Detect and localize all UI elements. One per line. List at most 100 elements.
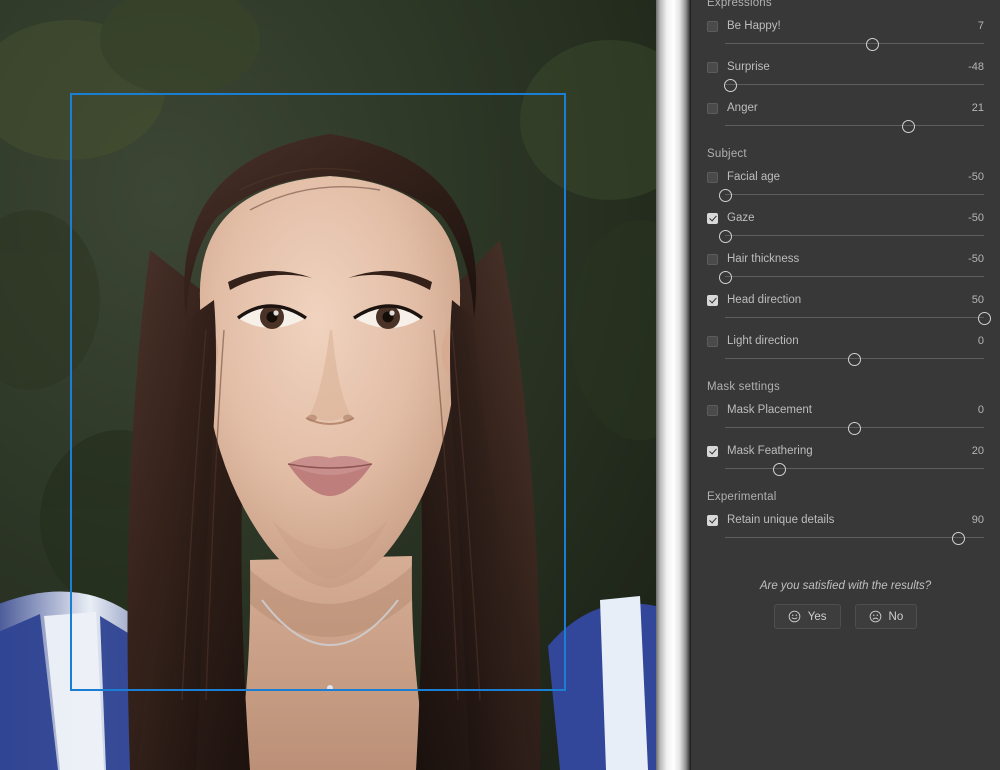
adjustment-panel: Expressions Be Happy! 7 Surprise -48 Anger 21 S… — [690, 0, 1000, 770]
group-title: Subject — [707, 148, 747, 160]
slider-track[interactable] — [725, 317, 984, 318]
control-checkbox[interactable] — [707, 404, 718, 416]
slider-knob[interactable] — [848, 421, 861, 435]
slider-knob[interactable] — [723, 78, 737, 92]
control-checkbox[interactable] — [707, 102, 718, 114]
group-title: Mask settings — [707, 381, 780, 393]
smiley-face-icon — [788, 610, 801, 623]
slider-knob[interactable] — [977, 311, 991, 325]
control-label: Gaze — [727, 212, 755, 224]
group-title: Expressions — [707, 0, 772, 9]
feedback-question: Are you satisfied with the results? — [759, 580, 932, 592]
image-canvas[interactable] — [0, 0, 656, 770]
slider[interactable] — [725, 118, 984, 134]
control-label: Anger — [727, 102, 758, 114]
slider-control: Be Happy! 7 — [705, 11, 986, 52]
slider-track[interactable] — [725, 84, 984, 85]
control-value: 0 — [977, 404, 984, 416]
control-label: Light direction — [727, 335, 799, 347]
slider-track[interactable] — [725, 43, 984, 44]
control-value: 7 — [977, 20, 984, 32]
control-label: Surprise — [727, 61, 770, 73]
slider-control-header: Mask Placement 0 — [705, 401, 986, 419]
feedback-yes-button[interactable]: Yes — [773, 604, 841, 629]
slider-control-header: Be Happy! 7 — [705, 17, 986, 35]
frowny-face-icon — [869, 610, 882, 623]
slider[interactable] — [718, 228, 984, 244]
slider[interactable] — [725, 36, 984, 52]
control-label: Retain unique details — [727, 514, 835, 526]
slider-track[interactable] — [725, 468, 984, 469]
slider-knob[interactable] — [718, 270, 732, 284]
slider[interactable] — [723, 77, 984, 93]
slider-control: Facial age -50 — [705, 162, 986, 203]
slider-track[interactable] — [725, 194, 984, 195]
slider-knob[interactable] — [718, 229, 732, 243]
control-value: 21 — [971, 102, 984, 114]
control-checkbox[interactable] — [707, 253, 718, 265]
feedback-no-label: No — [888, 610, 904, 623]
control-value: 90 — [971, 514, 984, 526]
slider[interactable] — [725, 420, 984, 436]
slider-control-header: Facial age -50 — [705, 168, 986, 186]
control-label: Be Happy! — [727, 20, 781, 32]
control-label: Mask Feathering — [727, 445, 813, 457]
control-checkbox[interactable] — [707, 445, 718, 457]
control-checkbox[interactable] — [707, 61, 718, 73]
feedback-yes-label: Yes — [807, 610, 827, 623]
slider-control: Retain unique details 90 — [705, 505, 986, 546]
control-checkbox[interactable] — [707, 212, 718, 224]
control-checkbox[interactable] — [707, 294, 718, 306]
slider-knob[interactable] — [848, 352, 861, 366]
slider-knob[interactable] — [866, 37, 880, 51]
slider-control: Gaze -50 — [705, 203, 986, 244]
application-window: Expressions Be Happy! 7 Surprise -48 Anger 21 S… — [0, 0, 1000, 770]
slider-track[interactable] — [725, 537, 984, 538]
control-label: Head direction — [727, 294, 802, 306]
slider[interactable] — [718, 187, 984, 203]
slider-control-header: Mask Feathering 20 — [705, 442, 986, 460]
slider-knob[interactable] — [951, 531, 965, 545]
slider-control-header: Surprise -48 — [705, 58, 986, 76]
portrait-photo — [0, 0, 656, 770]
control-value: -48 — [968, 61, 984, 73]
control-checkbox[interactable] — [707, 514, 718, 526]
slider-control-header: Anger 21 — [705, 99, 986, 117]
slider-knob[interactable] — [772, 462, 786, 476]
panel-divider — [656, 0, 690, 770]
slider-control-header: Light direction 0 — [705, 332, 986, 350]
slider-control-header: Head direction 50 — [705, 291, 986, 309]
slider[interactable] — [718, 269, 984, 285]
control-checkbox[interactable] — [707, 335, 718, 347]
control-checkbox[interactable] — [707, 171, 718, 183]
control-value: -50 — [968, 212, 984, 224]
slider-control-header: Retain unique details 90 — [705, 511, 986, 529]
feedback-no-button[interactable]: No — [854, 604, 918, 629]
slider[interactable] — [725, 530, 984, 546]
slider[interactable] — [725, 310, 991, 326]
slider-control: Mask Feathering 20 — [705, 436, 986, 477]
slider-track[interactable] — [725, 276, 984, 277]
control-value: 0 — [977, 335, 984, 347]
feedback-buttons: Yes No — [705, 604, 986, 629]
control-value: 50 — [971, 294, 984, 306]
slider-control: Surprise -48 — [705, 52, 986, 93]
control-value: -50 — [968, 253, 984, 265]
control-value: -50 — [968, 171, 984, 183]
slider-track[interactable] — [725, 235, 984, 236]
slider-control: Mask Placement 0 — [705, 395, 986, 436]
slider-control: Anger 21 — [705, 93, 986, 134]
slider[interactable] — [725, 351, 984, 367]
control-checkbox[interactable] — [707, 20, 718, 32]
control-label: Mask Placement — [727, 404, 813, 416]
slider-control: Hair thickness -50 — [705, 244, 986, 285]
control-value: 20 — [971, 445, 984, 457]
slider-knob[interactable] — [718, 188, 732, 202]
slider-track[interactable] — [725, 125, 984, 126]
slider-knob[interactable] — [902, 119, 916, 133]
slider-control-header: Hair thickness -50 — [705, 250, 986, 268]
slider-control: Light direction 0 — [705, 326, 986, 367]
slider[interactable] — [725, 461, 984, 477]
control-groups: Expressions Be Happy! 7 Surprise -48 Anger 21 S… — [705, 0, 991, 546]
slider-control: Head direction 50 — [705, 285, 991, 326]
